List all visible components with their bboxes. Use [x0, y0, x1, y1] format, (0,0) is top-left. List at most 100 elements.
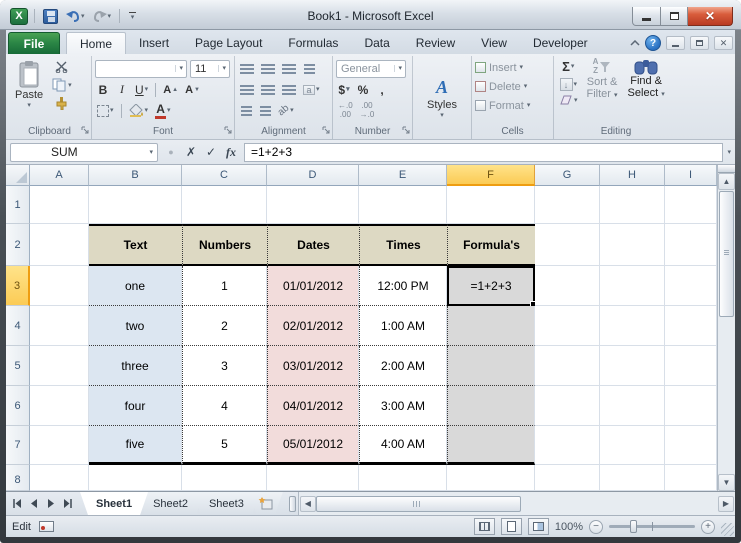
- tab-file[interactable]: File: [8, 32, 60, 54]
- cell-c6[interactable]: 4: [182, 386, 267, 426]
- vertical-scroll-thumb[interactable]: [719, 191, 734, 317]
- bold-button[interactable]: B: [95, 82, 111, 98]
- cell[interactable]: [665, 266, 717, 306]
- excel-app-icon[interactable]: X: [10, 7, 28, 25]
- cell[interactable]: [359, 465, 447, 491]
- scroll-up-button[interactable]: ▲: [718, 173, 735, 190]
- cell[interactable]: [30, 465, 89, 491]
- sheet-tab-sheet2[interactable]: Sheet2: [137, 492, 204, 515]
- sheet-tab-sheet1[interactable]: Sheet1: [80, 492, 148, 515]
- format-painter-button[interactable]: [50, 96, 74, 111]
- font-color-button[interactable]: A ▾: [153, 102, 173, 120]
- alignment-dialog-launcher[interactable]: [322, 125, 330, 137]
- tab-view[interactable]: View: [468, 32, 520, 54]
- cell[interactable]: [30, 224, 89, 266]
- tab-home[interactable]: Home: [66, 32, 127, 54]
- cell[interactable]: [30, 306, 89, 346]
- tab-developer[interactable]: Developer: [520, 32, 601, 54]
- column-header-e[interactable]: E: [359, 165, 447, 186]
- page-layout-view-button[interactable]: [500, 518, 522, 535]
- save-button[interactable]: [41, 8, 60, 25]
- align-top-button[interactable]: [238, 63, 256, 75]
- fill-color-button[interactable]: ▾: [127, 103, 151, 118]
- cell[interactable]: [665, 426, 717, 465]
- column-header-a[interactable]: A: [30, 165, 89, 186]
- cell-e5[interactable]: 2:00 AM: [359, 346, 447, 386]
- cell[interactable]: [600, 224, 665, 266]
- cell-c5[interactable]: 3: [182, 346, 267, 386]
- sort-filter-button[interactable]: AZ Sort & Filter ▾: [584, 57, 621, 107]
- cell-b3[interactable]: one: [89, 266, 182, 306]
- cell[interactable]: [665, 186, 717, 224]
- table-header-numbers[interactable]: Numbers: [182, 224, 267, 266]
- cell[interactable]: [182, 465, 267, 491]
- decrease-indent-button[interactable]: [238, 105, 254, 117]
- cell-b7[interactable]: five: [89, 426, 182, 465]
- column-header-d[interactable]: D: [267, 165, 359, 186]
- zoom-slider-thumb[interactable]: [630, 520, 637, 533]
- cell[interactable]: [535, 465, 600, 491]
- align-bottom-button[interactable]: [280, 63, 298, 75]
- clear-button[interactable]: ▾: [557, 94, 580, 107]
- cell[interactable]: [600, 306, 665, 346]
- zoom-slider[interactable]: [609, 520, 695, 533]
- paste-button[interactable]: Paste ▾: [11, 58, 47, 111]
- currency-format-button[interactable]: $ ▾: [336, 82, 352, 98]
- cell[interactable]: [267, 465, 359, 491]
- comma-format-button[interactable]: ,: [374, 82, 390, 98]
- increase-indent-button[interactable]: [257, 105, 273, 117]
- page-break-view-button[interactable]: [527, 518, 549, 535]
- scroll-left-button[interactable]: ◀: [299, 495, 316, 512]
- vertical-scrollbar[interactable]: ▲ ▼: [717, 165, 735, 491]
- font-size-select[interactable]: 11 ▾: [190, 59, 230, 78]
- select-all-button[interactable]: [6, 165, 30, 186]
- cell[interactable]: [665, 346, 717, 386]
- cell[interactable]: [665, 224, 717, 266]
- collapse-ribbon-button[interactable]: [630, 40, 640, 46]
- cell[interactable]: [30, 426, 89, 465]
- cell[interactable]: [30, 346, 89, 386]
- formula-input[interactable]: =1+2+3: [244, 142, 724, 162]
- number-format-select[interactable]: General ▾: [336, 59, 406, 78]
- wrap-text-button[interactable]: [301, 63, 317, 75]
- fill-button[interactable]: ↓ ▾: [557, 77, 580, 92]
- increase-decimal-button[interactable]: ←.0.00: [336, 101, 355, 121]
- cell-f6[interactable]: [447, 386, 535, 426]
- horizontal-scrollbar[interactable]: ◀ ▶: [297, 492, 735, 515]
- cell[interactable]: [89, 465, 182, 491]
- cell[interactable]: [182, 186, 267, 224]
- row-header-8[interactable]: 8: [6, 465, 30, 491]
- borders-button[interactable]: ▾: [95, 104, 116, 118]
- workbook-restore-button[interactable]: [690, 36, 709, 50]
- cell-f5[interactable]: [447, 346, 535, 386]
- align-right-button[interactable]: [280, 84, 298, 96]
- cell[interactable]: [30, 386, 89, 426]
- active-cell-f3[interactable]: =1+2+3: [447, 266, 535, 306]
- styles-button[interactable]: A Styles ▾: [423, 75, 461, 121]
- cell[interactable]: [665, 306, 717, 346]
- cell[interactable]: [535, 426, 600, 465]
- cell[interactable]: [535, 224, 600, 266]
- row-header-7[interactable]: 7: [6, 426, 30, 465]
- insert-worksheet-button[interactable]: [249, 492, 283, 515]
- cell-b4[interactable]: two: [89, 306, 182, 346]
- undo-button[interactable]: ▾: [64, 9, 87, 23]
- workbook-minimize-button[interactable]: [666, 36, 685, 50]
- grow-font-button[interactable]: A ▲: [161, 83, 180, 97]
- cell[interactable]: [267, 186, 359, 224]
- column-header-b[interactable]: B: [89, 165, 182, 186]
- cell-b6[interactable]: four: [89, 386, 182, 426]
- cell-e4[interactable]: 1:00 AM: [359, 306, 447, 346]
- column-header-c[interactable]: C: [182, 165, 267, 186]
- row-header-6[interactable]: 6: [6, 386, 30, 426]
- find-select-button[interactable]: Find & Select ▾: [625, 58, 668, 107]
- underline-button[interactable]: U ▾: [133, 82, 150, 98]
- delete-cells-button[interactable]: Delete ▾: [475, 77, 550, 96]
- cell-c3[interactable]: 1: [182, 266, 267, 306]
- cell[interactable]: [600, 186, 665, 224]
- cell-f4[interactable]: [447, 306, 535, 346]
- align-middle-button[interactable]: [259, 63, 277, 75]
- name-box[interactable]: SUM ▾: [10, 142, 158, 162]
- tab-page-layout[interactable]: Page Layout: [182, 32, 275, 54]
- first-sheet-button[interactable]: [9, 496, 24, 512]
